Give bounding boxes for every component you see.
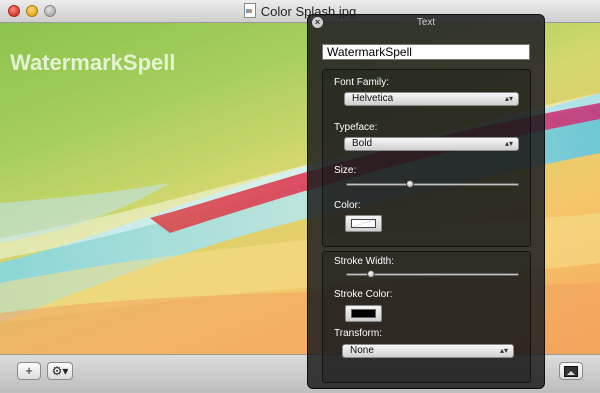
transform-label: Transform: — [334, 328, 382, 339]
photo-icon — [564, 366, 578, 377]
text-color-well[interactable] — [345, 215, 382, 232]
color-label: Color: — [334, 200, 361, 211]
photo-button[interactable] — [559, 362, 583, 380]
size-slider[interactable] — [346, 180, 519, 188]
transform-popup[interactable]: None ▴▾ — [342, 344, 514, 358]
size-label: Size: — [334, 165, 357, 176]
font-family-value: Helvetica — [352, 93, 394, 104]
stroke-color-well[interactable] — [345, 305, 382, 322]
stroke-width-slider-knob[interactable] — [367, 270, 375, 278]
typeface-popup[interactable]: Bold ▴▾ — [344, 137, 519, 151]
hud-title: Text — [416, 17, 436, 28]
popup-arrows-icon: ▴▾ — [499, 346, 508, 355]
popup-arrows-icon: ▴▾ — [504, 139, 513, 148]
stroke-color-swatch — [351, 309, 376, 318]
text-color-swatch — [351, 219, 376, 228]
font-family-label: Font Family: — [334, 77, 390, 88]
popup-arrows-icon: ▴▾ — [504, 94, 513, 103]
stroke-color-label: Stroke Color: — [334, 289, 393, 300]
stroke-width-label: Stroke Width: — [334, 256, 395, 267]
watermark-text[interactable]: WatermarkSpell — [10, 50, 175, 76]
font-family-popup[interactable]: Helvetica ▴▾ — [344, 92, 519, 106]
typeface-value: Bold — [352, 138, 373, 149]
size-slider-knob[interactable] — [406, 180, 414, 188]
gear-menu-button[interactable]: ⚙▾ — [47, 362, 73, 380]
transform-value: None — [350, 345, 374, 356]
add-button[interactable]: + — [17, 362, 41, 380]
watermark-text-field[interactable]: WatermarkSpell — [322, 44, 530, 60]
document-icon — [243, 3, 256, 18]
typeface-label: Typeface: — [334, 122, 378, 133]
stroke-width-slider[interactable] — [346, 270, 519, 278]
text-hud-panel: × Text WatermarkSpell Font Family: Helve… — [307, 14, 545, 389]
